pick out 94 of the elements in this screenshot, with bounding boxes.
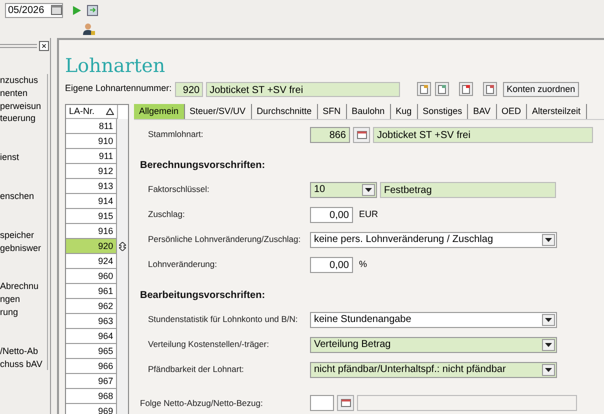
unit-label: EUR — [359, 208, 378, 221]
caret-icon — [545, 318, 552, 322]
list-row[interactable]: 924 — [66, 254, 118, 269]
dropdown-button[interactable] — [542, 364, 555, 376]
field-label: Eigene Lohnartennummer: — [65, 82, 172, 96]
list-row[interactable]: 962 — [66, 299, 118, 314]
list-row[interactable]: 920 — [66, 239, 118, 254]
section-heading: Berechnungsvorschriften: — [140, 158, 266, 172]
sidebar-item[interactable]: nenten — [0, 86, 47, 100]
code-field[interactable]: 866 — [310, 126, 350, 142]
lookup-button[interactable] — [337, 395, 354, 411]
list-row[interactable]: 961 — [66, 284, 118, 299]
sidebar-item[interactable]: perweisun — [0, 100, 47, 112]
caret-icon — [365, 188, 372, 192]
page-title: Lohnarten — [65, 54, 166, 79]
window-icon — [486, 84, 494, 94]
field-label: Folge Netto-Abzug/Netto-Bezug: — [140, 396, 264, 410]
field-label: Stammlohnart: — [148, 128, 204, 141]
document-icon — [438, 84, 446, 94]
dropdown-button[interactable] — [542, 314, 555, 326]
list-row[interactable]: 969 — [66, 404, 118, 414]
document-icon — [462, 84, 470, 94]
dropdown-button[interactable] — [362, 184, 375, 196]
lookup-button[interactable] — [353, 126, 370, 142]
list-row[interactable]: 967 — [66, 374, 118, 389]
list-row[interactable]: 914 — [66, 194, 118, 209]
unit-label: % — [359, 258, 368, 271]
select-field[interactable]: keine pers. Lohnveränderung / Zuschlag — [310, 232, 557, 248]
sidebar-item[interactable]: ngen — [0, 293, 47, 306]
amount-field[interactable]: 0,00 — [310, 206, 353, 222]
field-label: Stundenstatistik für Lohnkonto und B/N: — [148, 313, 299, 326]
list-row[interactable]: 912 — [66, 164, 118, 179]
sidebar-item[interactable]: Abrechnu — [0, 280, 47, 294]
sidebar-item[interactable]: gebniswer — [0, 242, 47, 254]
caret-icon — [545, 342, 552, 346]
list-row[interactable]: 913 — [66, 179, 118, 194]
list-row[interactable]: 965 — [66, 344, 118, 359]
assign-accounts-button[interactable]: Konten zuordnen — [502, 82, 580, 96]
sidebar-item[interactable]: enschen — [0, 190, 47, 203]
number-field[interactable]: 920 — [174, 82, 203, 96]
user-icon[interactable] — [83, 23, 95, 35]
scroll-track[interactable] — [117, 119, 128, 414]
sidebar-item[interactable]: /Netto-Ab — [0, 344, 47, 358]
close-button[interactable]: × — [39, 41, 49, 51]
play-icon[interactable] — [73, 6, 81, 14]
field-label: Lohnveränderung: — [148, 258, 218, 271]
list-row[interactable]: 964 — [66, 329, 118, 344]
field-label: Zuschlag: — [148, 208, 186, 221]
name-field[interactable]: Jobticket ST +SV frei — [206, 82, 400, 96]
period-field[interactable]: 05/2026 — [5, 2, 63, 18]
sidebar-item[interactable]: chuss bAV — [0, 358, 47, 370]
caret-icon — [545, 238, 552, 242]
window-icon — [356, 130, 366, 138]
field-label: Faktorschlüssel: — [148, 183, 210, 196]
sidebar-item[interactable]: rung — [0, 306, 47, 319]
document-icon — [420, 84, 428, 94]
section-heading: Bearbeitungsvorschriften: — [140, 288, 266, 302]
calendar-icon[interactable] — [51, 5, 62, 15]
name-field[interactable]: Jobticket ST +SV frei — [373, 126, 593, 142]
up-down-arrow-icon — [119, 242, 126, 251]
delete-button[interactable] — [458, 82, 473, 96]
field-label: Verteilung Kostenstellen/-träger: — [148, 338, 270, 351]
list-row[interactable]: 960 — [66, 269, 118, 284]
select-field[interactable]: Verteilung Betrag — [310, 336, 557, 352]
field-label: Persönliche Lohnveränderung/Zuschlag: — [148, 233, 302, 246]
caret-icon — [545, 368, 552, 372]
field-label: Pfändbarkeit der Lohnart: — [148, 363, 245, 376]
list-row[interactable]: 915 — [66, 209, 118, 224]
dropdown-button[interactable] — [542, 234, 555, 246]
window-icon — [340, 399, 350, 407]
list-row[interactable]: 911 — [66, 149, 118, 164]
code-field[interactable] — [310, 395, 334, 411]
sidebar-item[interactable]: ienst — [0, 151, 47, 164]
sidebar-item[interactable]: teuerung — [0, 112, 47, 126]
name-field: Festbetrag — [380, 182, 556, 198]
list-row[interactable]: 963 — [66, 314, 118, 329]
amount-field[interactable]: 0,00 — [310, 256, 353, 272]
dropdown-button[interactable] — [542, 338, 555, 350]
sort-icon — [106, 108, 114, 115]
list-row[interactable]: 811 — [66, 119, 118, 134]
refresh-icon[interactable] — [87, 4, 98, 16]
new-button[interactable] — [416, 82, 431, 96]
tab[interactable]: Allgemein — [134, 104, 185, 119]
select-field[interactable]: nicht pfändbar/Unterhaltspf.: nicht pfändbar — [310, 362, 557, 378]
list-row[interactable]: 916 — [66, 224, 118, 239]
code-select[interactable]: 10 — [310, 182, 377, 198]
lookup-button[interactable] — [482, 82, 497, 96]
list-row[interactable]: 968 — [66, 389, 118, 404]
list-row[interactable]: 910 — [66, 134, 118, 149]
sidebar-item[interactable]: speicher — [0, 228, 47, 242]
select-field[interactable]: keine Stundenangabe — [310, 312, 557, 328]
copy-button[interactable] — [434, 82, 449, 96]
sidebar-item[interactable]: nzuschus — [0, 74, 47, 87]
list-row[interactable]: 966 — [66, 359, 118, 374]
